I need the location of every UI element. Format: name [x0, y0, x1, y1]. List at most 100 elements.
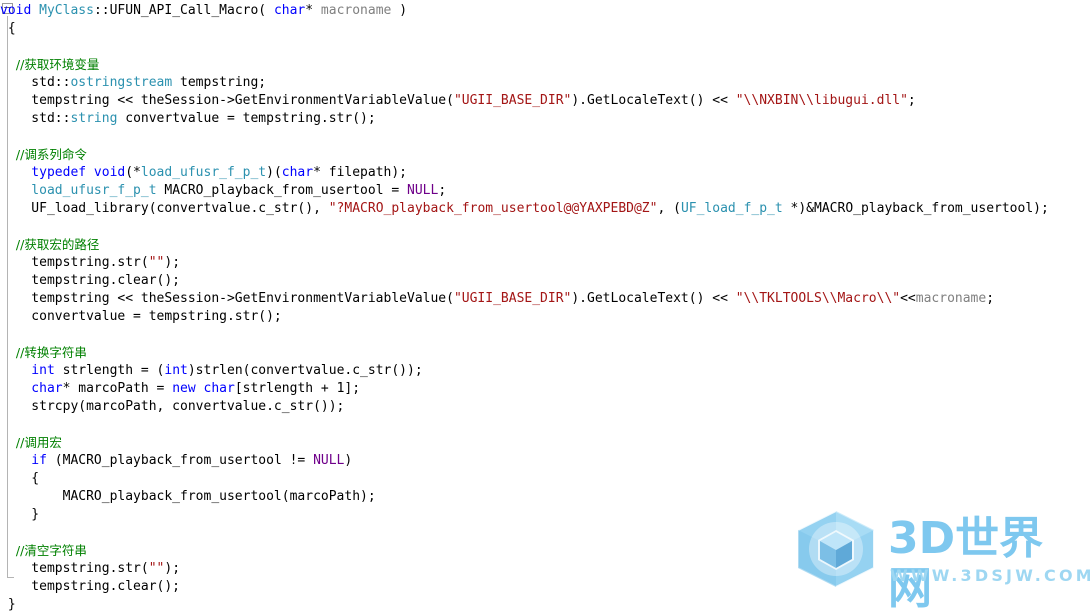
code-token-kw: char [273, 3, 306, 18]
code-token-string: "" [148, 255, 165, 270]
code-token-kw: char [0, 381, 63, 396]
code-token-plain: UF_load_library(convertvalue.c_str(), [0, 201, 329, 216]
code-line[interactable] [0, 128, 1090, 146]
code-token-kw: int [0, 363, 55, 378]
code-token-comment: //清空字符串 [0, 543, 87, 558]
code-token-string: "\\TKLTOOLS\\Macro\\" [735, 291, 901, 306]
code-token-plain: std:: [0, 75, 71, 90]
code-token-comment: //调系列命令 [0, 147, 87, 162]
code-token-kw: void [0, 3, 40, 18]
code-token-plain: { [0, 21, 16, 36]
code-token-comment: //转换字符串 [0, 345, 87, 360]
code-line[interactable]: convertvalue = tempstring.str(); [0, 308, 1090, 326]
code-token-comment: //调用宏 [0, 435, 62, 450]
code-line[interactable]: std::ostringstream tempstring; [0, 74, 1090, 92]
code-line[interactable]: //清空字符串 [0, 542, 1090, 560]
code-token-plain: (* [125, 165, 141, 180]
code-line[interactable]: //获取宏的路径 [0, 236, 1090, 254]
code-token-plain: ; [907, 93, 916, 108]
code-line[interactable]: tempstring.clear(); [0, 272, 1090, 290]
code-token-plain: *)&MACRO_playback_from_usertool); [782, 201, 1049, 216]
code-token-plain: } [0, 597, 16, 612]
code-token-plain: ); [164, 255, 181, 270]
code-line[interactable] [0, 524, 1090, 542]
code-token-type: ostringstream [70, 75, 173, 90]
code-token-plain: tempstring << theSession->GetEnvironment… [0, 93, 454, 108]
code-line[interactable]: UF_load_library(convertvalue.c_str(), "?… [0, 200, 1090, 218]
code-token-plain: tempstring; [172, 75, 267, 90]
code-line[interactable]: //调系列命令 [0, 146, 1090, 164]
code-line[interactable]: if (MACRO_playback_from_usertool != NULL… [0, 452, 1090, 470]
code-editor[interactable]: − void MyClass::UFUN_API_Call_Macro( cha… [0, 0, 1090, 614]
code-line[interactable]: int strlength = (int)strlen(convertvalue… [0, 362, 1090, 380]
code-token-type: UF_load_f_p_t [680, 201, 783, 216]
code-token-plain: MACRO_playback_from_usertool = [156, 183, 407, 198]
code-token-plain: tempstring << theSession->GetEnvironment… [0, 291, 454, 306]
code-token-plain: ; [438, 183, 447, 198]
code-token-plain: ::UFUN_API_Call_Macro( [93, 3, 274, 18]
code-line[interactable]: tempstring.clear(); [0, 578, 1090, 596]
code-token-plain: ).GetLocaleText() << [571, 291, 736, 306]
code-line[interactable]: //调用宏 [0, 434, 1090, 452]
code-token-plain: [strlength + 1]; [234, 381, 361, 396]
code-token-kw: char [281, 165, 314, 180]
code-token-kw: int [164, 363, 188, 378]
code-token-plain: tempstring.str( [0, 561, 149, 576]
code-token-param: macroname [320, 3, 392, 18]
code-token-plain: convertvalue = tempstring.str(); [117, 111, 376, 126]
code-line[interactable] [0, 416, 1090, 434]
code-token-kw: typedef void [0, 165, 126, 180]
code-token-string: "?MACRO_playback_from_usertool@@YAXPEBD@… [328, 201, 658, 216]
code-token-plain: (MACRO_playback_from_usertool != [46, 453, 314, 468]
code-token-plain: << [900, 291, 916, 306]
code-line[interactable]: tempstring.str(""); [0, 560, 1090, 578]
code-line[interactable]: tempstring << theSession->GetEnvironment… [0, 92, 1090, 110]
code-token-plain: )strlen(convertvalue.c_str()); [187, 363, 423, 378]
code-token-plain: convertvalue = tempstring.str(); [0, 309, 282, 324]
code-token-macro: NULL [407, 183, 439, 198]
code-token-param: macroname [915, 291, 987, 306]
code-line[interactable]: { [0, 470, 1090, 488]
code-line[interactable]: void MyClass::UFUN_API_Call_Macro( char*… [0, 2, 1090, 20]
code-token-plain: } [0, 507, 40, 522]
code-line[interactable]: tempstring << theSession->GetEnvironment… [0, 290, 1090, 308]
code-line[interactable]: typedef void(*load_ufusr_f_p_t)(char* fi… [0, 164, 1090, 182]
code-line[interactable]: std::string convertvalue = tempstring.st… [0, 110, 1090, 128]
code-line[interactable] [0, 326, 1090, 344]
code-line[interactable]: char* marcoPath = new char[strlength + 1… [0, 380, 1090, 398]
code-token-plain: * filepath); [313, 165, 408, 180]
code-line[interactable]: tempstring.str(""); [0, 254, 1090, 272]
code-token-comment: //获取环境变量 [0, 57, 100, 72]
code-token-string: "" [148, 561, 165, 576]
code-token-plain: strlength = ( [54, 363, 165, 378]
code-token-plain: tempstring.clear(); [0, 579, 181, 594]
code-token-plain: ) [391, 3, 408, 18]
code-line[interactable]: { [0, 20, 1090, 38]
code-token-plain: ).GetLocaleText() << [571, 93, 736, 108]
code-line[interactable]: } [0, 506, 1090, 524]
code-token-type: MyClass [39, 3, 94, 18]
code-token-kw: if [0, 453, 47, 468]
code-line[interactable]: //转换字符串 [0, 344, 1090, 362]
code-token-string: "UGII_BASE_DIR" [453, 291, 572, 306]
code-token-comment: //获取宏的路径 [0, 237, 100, 252]
code-token-plain: * marcoPath = [62, 381, 173, 396]
code-token-type: load_ufusr_f_p_t [0, 183, 157, 198]
code-line[interactable] [0, 218, 1090, 236]
code-token-plain: )( [266, 165, 282, 180]
code-token-plain: tempstring.clear(); [0, 273, 181, 288]
code-line[interactable]: load_ufusr_f_p_t MACRO_playback_from_use… [0, 182, 1090, 200]
code-token-plain: ) [344, 453, 353, 468]
code-line[interactable]: MACRO_playback_from_usertool(marcoPath); [0, 488, 1090, 506]
code-line[interactable]: strcpy(marcoPath, convertvalue.c_str()); [0, 398, 1090, 416]
code-line[interactable]: //获取环境变量 [0, 56, 1090, 74]
code-content[interactable]: void MyClass::UFUN_API_Call_Macro( char*… [0, 0, 1090, 614]
code-token-type: string [70, 111, 118, 126]
code-token-plain: ); [164, 561, 181, 576]
code-token-string: "UGII_BASE_DIR" [453, 93, 572, 108]
code-line[interactable]: } [0, 596, 1090, 614]
code-token-plain: tempstring.str( [0, 255, 149, 270]
code-line[interactable] [0, 38, 1090, 56]
code-token-macro: NULL [313, 453, 345, 468]
code-token-plain: MACRO_playback_from_usertool(marcoPath); [0, 489, 376, 504]
